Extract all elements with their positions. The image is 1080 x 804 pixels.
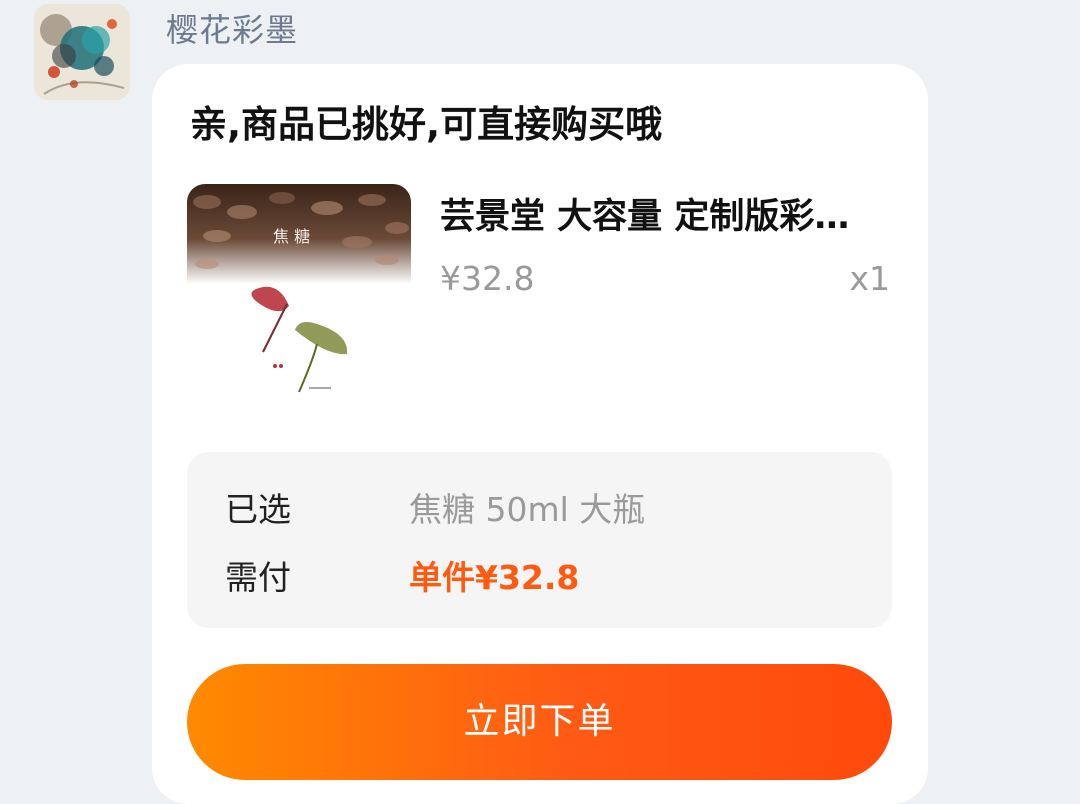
- product-image[interactable]: 焦 糖: [187, 184, 411, 408]
- product-price: ¥32.8: [440, 259, 535, 298]
- selected-variant: 焦糖 50ml 大瓶: [409, 490, 646, 529]
- selected-label: 已选: [225, 490, 291, 529]
- pay-label: 需付: [225, 558, 291, 597]
- place-order-button[interactable]: 立即下单: [187, 664, 892, 780]
- order-details-box: 已选 焦糖 50ml 大瓶 需付 单件¥32.8: [187, 452, 892, 628]
- avatar[interactable]: [34, 4, 130, 100]
- product-image-caption: 焦 糖: [273, 227, 310, 246]
- sender-name: 樱花彩墨: [166, 11, 299, 49]
- avatar-ink-painting-image: [34, 4, 130, 100]
- product-name[interactable]: 芸景堂 大容量 定制版彩…: [440, 194, 890, 240]
- card-title: 亲,商品已挑好,可直接购买哦: [190, 103, 663, 146]
- product-quantity: x1: [849, 259, 890, 298]
- pay-amount: 单件¥32.8: [409, 558, 580, 597]
- product-message-card: 亲,商品已挑好,可直接购买哦 焦 糖 芸景堂 大容量 定制版彩… ¥32.8 x…: [152, 64, 928, 804]
